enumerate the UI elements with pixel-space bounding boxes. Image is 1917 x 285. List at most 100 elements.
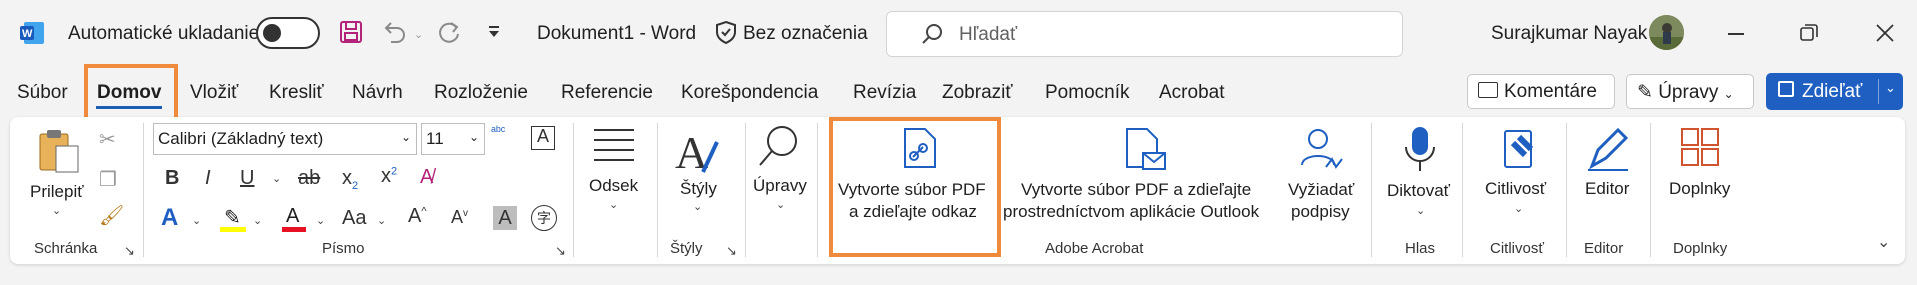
close-icon[interactable] bbox=[1876, 24, 1894, 47]
comments-button[interactable]: Komentáre bbox=[1467, 74, 1615, 109]
dictate-label[interactable]: Diktovať bbox=[1387, 181, 1450, 201]
editor-icon[interactable] bbox=[1584, 126, 1632, 177]
search-box[interactable]: Hľadať bbox=[886, 11, 1403, 57]
collapse-ribbon-icon[interactable]: ⌄ bbox=[1877, 232, 1890, 252]
pdf-outlook-icon[interactable] bbox=[1125, 127, 1167, 176]
tab-design[interactable]: Návrh bbox=[352, 82, 403, 104]
strikethrough-icon[interactable]: ab bbox=[298, 168, 320, 188]
font-name-combo[interactable]: Calibri (Základný text) ⌄ bbox=[153, 123, 417, 155]
dictate-dropdown-icon[interactable]: ⌄ bbox=[1416, 204, 1425, 217]
request-signatures-line2[interactable]: podpisy bbox=[1291, 202, 1350, 222]
change-case-dropdown-icon[interactable]: ⌄ bbox=[377, 214, 386, 227]
styles-label[interactable]: Štýly bbox=[680, 179, 717, 199]
tab-draw[interactable]: Kresliť bbox=[269, 82, 324, 104]
create-pdf-outlook-line2[interactable]: prostredníctvom aplikácie Outlook bbox=[1003, 202, 1259, 222]
avatar[interactable] bbox=[1649, 15, 1684, 50]
highlight-dropdown-icon[interactable]: ⌄ bbox=[253, 214, 262, 227]
editor-label[interactable]: Editor bbox=[1585, 179, 1629, 199]
share-button[interactable]: Zdieľať ⌄ bbox=[1766, 73, 1903, 110]
font-color-icon[interactable]: A bbox=[282, 205, 306, 233]
separator bbox=[745, 123, 746, 257]
search-placeholder: Hľadať bbox=[959, 24, 1018, 45]
change-case-icon[interactable]: ᵃᵇᶜ bbox=[491, 124, 505, 137]
editing-mode-button[interactable]: ✎ Úpravy ⌄ bbox=[1626, 74, 1754, 109]
tab-layout[interactable]: Rozloženie bbox=[434, 82, 528, 104]
paste-icon[interactable] bbox=[36, 128, 82, 179]
undo-dropdown-icon[interactable]: ⌄ bbox=[414, 28, 423, 41]
font-size-combo[interactable]: 11 ⌄ bbox=[421, 123, 485, 155]
chevron-down-icon[interactable]: ⌄ bbox=[401, 130, 411, 144]
undo-icon[interactable] bbox=[381, 20, 407, 49]
tab-insert[interactable]: Vložiť bbox=[190, 82, 238, 104]
highlight-color-icon[interactable]: ✎ bbox=[220, 205, 246, 233]
paste-dropdown-icon[interactable]: ⌄ bbox=[52, 204, 61, 217]
tab-file[interactable]: Súbor bbox=[17, 82, 68, 104]
chevron-down-icon[interactable]: ⌄ bbox=[469, 130, 479, 144]
paragraph-dropdown-icon[interactable]: ⌄ bbox=[609, 198, 618, 211]
pencil-icon: ✎ bbox=[1637, 82, 1653, 103]
font-launcher-icon[interactable]: ↘ bbox=[555, 243, 566, 259]
request-signatures-line1[interactable]: Vyžiadať bbox=[1288, 180, 1354, 200]
sensitivity-label[interactable]: Bez označenia bbox=[743, 23, 868, 45]
underline-dropdown-icon[interactable]: ⌄ bbox=[272, 172, 281, 185]
comments-label: Komentáre bbox=[1504, 81, 1597, 102]
change-case-aa-icon[interactable]: Aa bbox=[342, 208, 366, 228]
addins-icon[interactable] bbox=[1680, 127, 1720, 172]
editing-label[interactable]: Úpravy bbox=[753, 176, 807, 196]
superscript-icon[interactable]: x2 bbox=[381, 166, 397, 186]
sensitivity-dropdown-icon[interactable]: ⌄ bbox=[1514, 202, 1523, 215]
grow-font-icon[interactable]: A^ bbox=[408, 206, 427, 226]
sensitivity-icon[interactable] bbox=[1501, 127, 1537, 176]
find-icon[interactable] bbox=[756, 123, 802, 174]
paragraph-icon[interactable] bbox=[594, 128, 634, 167]
restore-icon[interactable] bbox=[1800, 24, 1818, 47]
text-effects-clear-icon[interactable]: A̸ bbox=[420, 167, 433, 187]
format-painter-icon[interactable]: 🖌 bbox=[99, 206, 124, 226]
customize-toolbar-icon[interactable] bbox=[487, 25, 501, 44]
paragraph-label[interactable]: Odsek bbox=[589, 176, 638, 196]
text-effects-icon[interactable]: A bbox=[161, 206, 178, 230]
clear-formatting-icon[interactable]: A bbox=[531, 126, 555, 150]
user-name[interactable]: Surajkumar Nayak bbox=[1491, 23, 1647, 45]
separator bbox=[143, 123, 144, 257]
paste-label[interactable]: Prilepiť bbox=[30, 182, 84, 202]
tab-acrobat[interactable]: Acrobat bbox=[1159, 82, 1224, 104]
styles-launcher-icon[interactable]: ↘ bbox=[726, 243, 737, 259]
styles-dropdown-icon[interactable]: ⌄ bbox=[693, 200, 702, 213]
tab-review[interactable]: Revízia bbox=[853, 82, 916, 104]
styles-icon[interactable]: A bbox=[675, 127, 719, 181]
underline-icon[interactable]: U bbox=[240, 168, 254, 188]
sensitivity-ribbon-label[interactable]: Citlivosť bbox=[1485, 179, 1546, 199]
save-icon[interactable] bbox=[339, 20, 363, 49]
microphone-icon[interactable] bbox=[1404, 125, 1436, 178]
shield-icon[interactable] bbox=[715, 20, 737, 49]
bold-icon[interactable]: B bbox=[165, 168, 179, 188]
create-pdf-outlook-line1[interactable]: Vytvorte súbor PDF a zdieľajte bbox=[1021, 180, 1251, 200]
share-divider bbox=[1878, 79, 1879, 104]
minimize-icon[interactable] bbox=[1728, 33, 1744, 35]
chevron-down-icon: ⌄ bbox=[1723, 87, 1734, 101]
text-effects-dropdown-icon[interactable]: ⌄ bbox=[192, 214, 201, 227]
tab-mailings[interactable]: Korešpondencia bbox=[681, 82, 818, 104]
tab-references[interactable]: Referencie bbox=[561, 82, 653, 104]
clipboard-launcher-icon[interactable]: ↘ bbox=[124, 243, 135, 259]
shrink-font-icon[interactable]: Av bbox=[451, 208, 468, 226]
highlight-box-home-tab bbox=[84, 64, 178, 122]
italic-icon[interactable]: I bbox=[205, 168, 211, 188]
acrobat-group-label: Adobe Acrobat bbox=[1045, 240, 1144, 257]
subscript-icon[interactable]: x2 bbox=[342, 168, 358, 192]
word-icon[interactable]: W bbox=[20, 22, 44, 44]
enclose-characters-icon[interactable]: 字 bbox=[531, 205, 557, 231]
autosave-toggle[interactable] bbox=[256, 17, 320, 49]
copy-icon[interactable]: ❐ bbox=[99, 170, 117, 190]
addins-label[interactable]: Doplnky bbox=[1669, 179, 1730, 199]
editing-dropdown-icon[interactable]: ⌄ bbox=[776, 198, 785, 211]
font-color-dropdown-icon[interactable]: ⌄ bbox=[316, 214, 325, 227]
character-shading-icon[interactable]: A bbox=[493, 206, 517, 230]
tab-help[interactable]: Pomocník bbox=[1045, 82, 1129, 104]
redo-icon[interactable] bbox=[436, 20, 462, 51]
request-signatures-icon[interactable] bbox=[1298, 127, 1348, 176]
chevron-down-icon[interactable]: ⌄ bbox=[1885, 80, 1896, 96]
tab-view[interactable]: Zobraziť bbox=[942, 82, 1012, 104]
cut-icon[interactable]: ✂ bbox=[99, 130, 116, 150]
